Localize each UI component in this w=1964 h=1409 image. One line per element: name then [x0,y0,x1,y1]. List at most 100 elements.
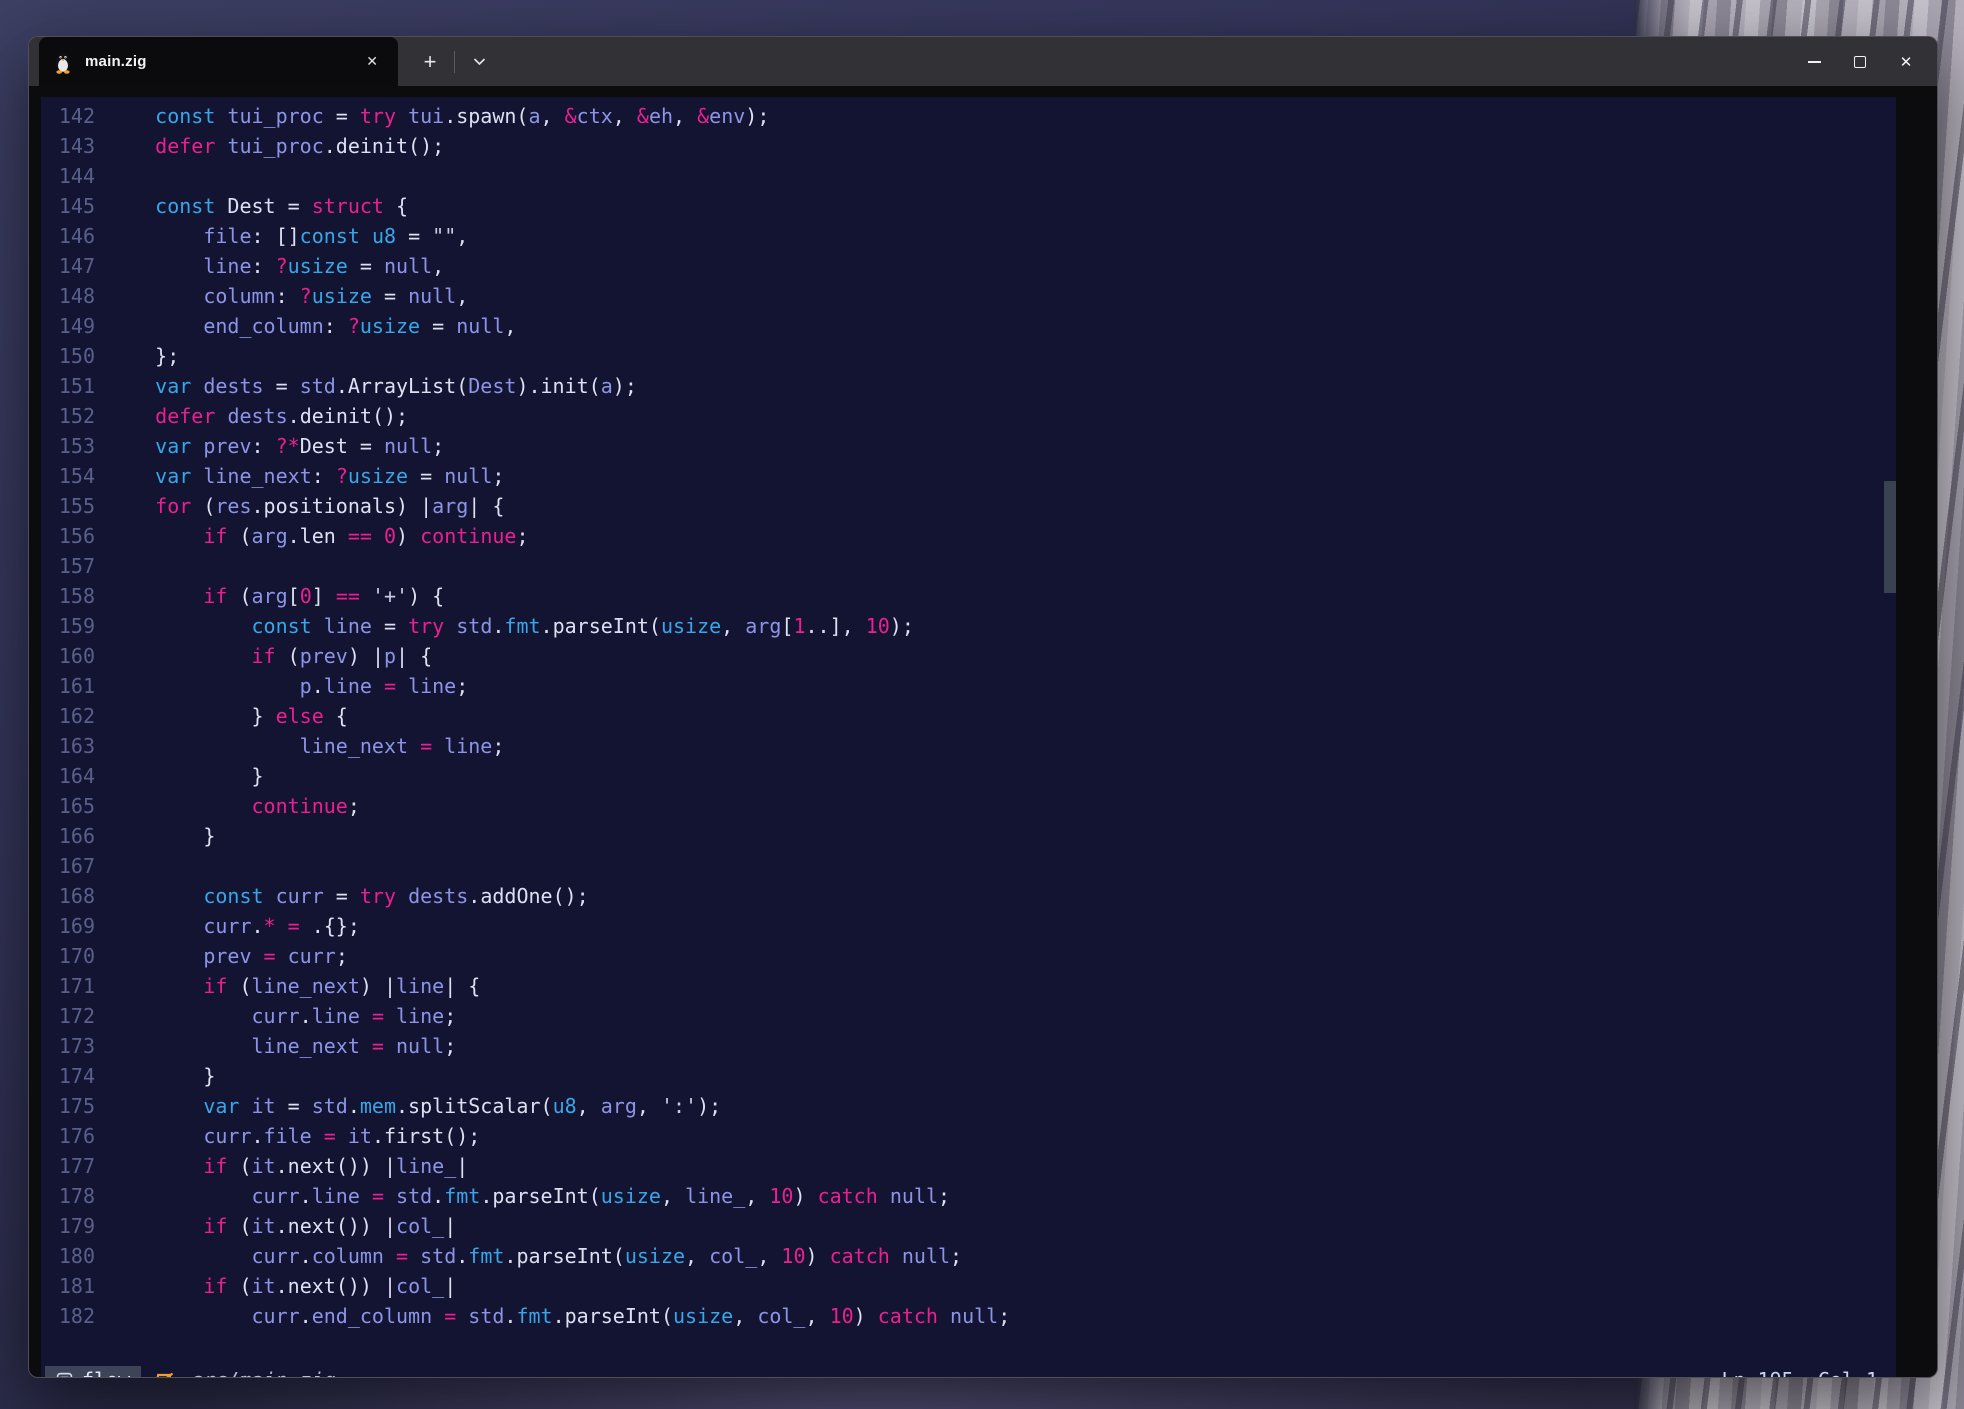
code-text: prev = curr; [95,941,348,971]
code-text: if (line_next) |line| { [95,971,480,1001]
code-text: } [95,821,215,851]
tabbar-separator [454,51,455,73]
line-number: 171 [41,971,95,1001]
code-line: 161 p.line = line; [41,671,1896,701]
code-line: 157 [41,551,1896,581]
code-line: 155 for (res.positionals) |arg| { [41,491,1896,521]
code-text: curr.column = std.fmt.parseInt(usize, co… [95,1241,962,1271]
code-area[interactable]: 142 const tui_proc = try tui.spawn(a, &c… [41,97,1896,1366]
code-line: 179 if (it.next()) |col_| [41,1211,1896,1241]
code-line: 153 var prev: ?*Dest = null; [41,431,1896,461]
line-number: 175 [41,1091,95,1121]
line-number: 176 [41,1121,95,1151]
line-number: 177 [41,1151,95,1181]
code-line: 177 if (it.next()) |line_| [41,1151,1896,1181]
code-line: 168 const curr = try dests.addOne(); [41,881,1896,911]
code-text: const tui_proc = try tui.spawn(a, &ctx, … [95,101,769,131]
maximize-button[interactable] [1837,37,1883,86]
maximize-icon [1854,56,1866,68]
line-number: 158 [41,581,95,611]
code-text: if (it.next()) |line_| [95,1151,468,1181]
line-number: 162 [41,701,95,731]
code-line: 142 const tui_proc = try tui.spawn(a, &c… [41,101,1896,131]
code-line: 148 column: ?usize = null, [41,281,1896,311]
code-text [95,551,107,581]
titlebar-drag-area[interactable] [495,37,1791,86]
titlebar[interactable]: main.zig ✕ + ✕ [29,37,1937,86]
tab-dropdown-button[interactable] [463,37,495,86]
code-line: 143 defer tui_proc.deinit(); [41,131,1896,161]
code-text [95,851,107,881]
code-line: 147 line: ?usize = null, [41,251,1896,281]
line-number: 145 [41,191,95,221]
line-number: 165 [41,791,95,821]
tab-main-zig[interactable]: main.zig ✕ [39,37,398,86]
close-button[interactable]: ✕ [1883,37,1929,86]
code-text: for (res.positionals) |arg| { [95,491,504,521]
line-number: 178 [41,1181,95,1211]
code-line: 162 } else { [41,701,1896,731]
line-number: 146 [41,221,95,251]
line-number: 156 [41,521,95,551]
minimize-button[interactable] [1791,37,1837,86]
new-tab-button[interactable]: + [414,37,446,86]
flow-editor: 142 const tui_proc = try tui.spawn(a, &c… [41,97,1896,1378]
code-line: 167 [41,851,1896,881]
code-line: 154 var line_next: ?usize = null; [41,461,1896,491]
code-text: curr.file = it.first(); [95,1121,480,1151]
code-line: 176 curr.file = it.first(); [41,1121,1896,1151]
flow-menu-button[interactable]: flow [45,1366,141,1378]
tab-close-button[interactable]: ✕ [360,51,384,72]
code-text: if (it.next()) |col_| [95,1271,456,1301]
line-number: 164 [41,761,95,791]
code-text: curr.line = std.fmt.parseInt(usize, line… [95,1181,950,1211]
tab-title: main.zig [85,53,147,70]
code-text: end_column: ?usize = null, [95,311,516,341]
code-line: 171 if (line_next) |line| { [41,971,1896,1001]
code-line: 145 const Dest = struct { [41,191,1896,221]
code-line: 156 if (arg.len == 0) continue; [41,521,1896,551]
line-number: 159 [41,611,95,641]
line-number: 181 [41,1271,95,1301]
minimize-icon [1808,61,1821,63]
line-number: 157 [41,551,95,581]
code-text: curr.* = .{}; [95,911,360,941]
code-text: } [95,1061,215,1091]
code-line: 182 curr.end_column = std.fmt.parseInt(u… [41,1301,1896,1331]
code-line: 174 } [41,1061,1896,1091]
code-line: 181 if (it.next()) |col_| [41,1271,1896,1301]
code-text: defer tui_proc.deinit(); [95,131,444,161]
scrollbar-thumb[interactable] [1884,481,1896,593]
line-number: 166 [41,821,95,851]
line-number: 179 [41,1211,95,1241]
file-path: src/main.zig [191,1368,336,1379]
cursor-position: Ln 195, Col 1 [1721,1368,1878,1379]
code-line: 173 line_next = null; [41,1031,1896,1061]
line-number: 168 [41,881,95,911]
line-number: 160 [41,641,95,671]
code-text: const curr = try dests.addOne(); [95,881,589,911]
code-text: const line = try std.fmt.parseInt(usize,… [95,611,914,641]
code-text: const Dest = struct { [95,191,408,221]
code-line: 150 }; [41,341,1896,371]
line-number: 169 [41,911,95,941]
line-number: 144 [41,161,95,191]
code-line: 160 if (prev) |p| { [41,641,1896,671]
code-text: curr.line = line; [95,1001,456,1031]
code-text: file: []const u8 = "", [95,221,468,251]
code-text: if (it.next()) |col_| [95,1211,456,1241]
code-line: 163 line_next = line; [41,731,1896,761]
line-number: 172 [41,1001,95,1031]
line-number: 151 [41,371,95,401]
line-number: 152 [41,401,95,431]
line-number: 143 [41,131,95,161]
line-number: 153 [41,431,95,461]
line-number: 149 [41,311,95,341]
code-text: line_next = line; [95,731,504,761]
zig-logo-icon [153,1370,175,1379]
line-number: 155 [41,491,95,521]
line-number: 180 [41,1241,95,1271]
code-line: 146 file: []const u8 = "", [41,221,1896,251]
code-text: var dests = std.ArrayList(Dest).init(a); [95,371,637,401]
code-line: 159 const line = try std.fmt.parseInt(us… [41,611,1896,641]
